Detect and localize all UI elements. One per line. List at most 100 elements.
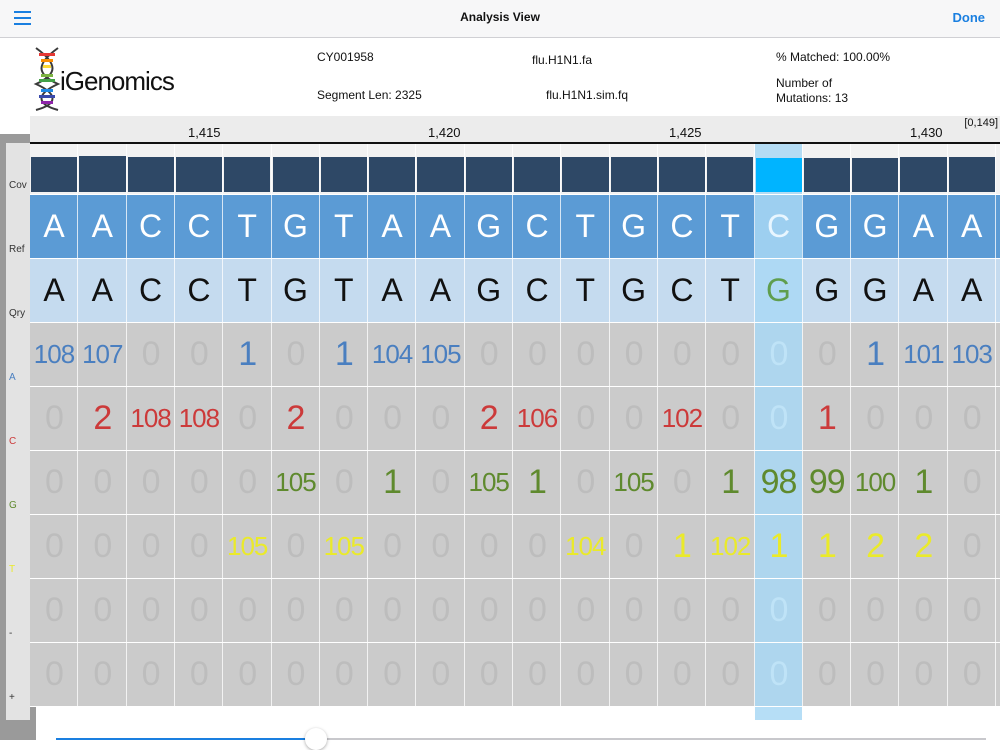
count-cell-A[interactable]: 0 <box>755 322 803 386</box>
count-cell-A[interactable]: 107 <box>78 322 126 386</box>
count-cell-A[interactable]: 0 <box>127 322 175 386</box>
ref-base-cell[interactable]: C <box>175 194 223 258</box>
count-cell-C[interactable]: 0 <box>948 386 996 450</box>
qry-base-cell[interactable]: A <box>78 258 126 322</box>
qry-base-cell[interactable]: G <box>610 258 658 322</box>
count-cell-T[interactable]: 1 <box>755 514 803 578</box>
qry-base-cell[interactable]: G <box>803 258 851 322</box>
qry-base-cell[interactable]: G <box>465 258 513 322</box>
count-cell-del[interactable]: 0 <box>30 578 78 642</box>
count-cell-ins[interactable]: 0 <box>127 642 175 706</box>
count-cell-T[interactable]: 1 <box>803 514 851 578</box>
count-cell-ins[interactable]: 0 <box>851 642 899 706</box>
qry-base-cell[interactable]: T <box>223 258 271 322</box>
count-cell-ins[interactable]: 0 <box>465 642 513 706</box>
count-cell-del[interactable]: 0 <box>561 578 609 642</box>
ref-base-cell[interactable]: T <box>561 194 609 258</box>
ref-base-cell[interactable]: T <box>320 194 368 258</box>
count-cell-G[interactable]: 1 <box>899 450 947 514</box>
count-cell-ins[interactable]: 0 <box>78 642 126 706</box>
count-cell-del[interactable]: 0 <box>272 578 320 642</box>
count-cell-A[interactable]: 105 <box>416 322 464 386</box>
qry-base-cell[interactable]: T <box>320 258 368 322</box>
ref-base-cell[interactable]: A <box>368 194 416 258</box>
count-cell-T[interactable]: 0 <box>30 514 78 578</box>
count-cell-del[interactable]: 0 <box>320 578 368 642</box>
count-cell-T[interactable]: 0 <box>78 514 126 578</box>
count-cell-A[interactable]: 0 <box>513 322 561 386</box>
count-cell-C[interactable]: 0 <box>561 386 609 450</box>
count-cell-G[interactable]: 0 <box>416 450 464 514</box>
qry-base-cell[interactable]: G <box>272 258 320 322</box>
count-cell-C[interactable]: 0 <box>416 386 464 450</box>
count-cell-ins[interactable]: 0 <box>513 642 561 706</box>
qry-base-cell[interactable]: C <box>513 258 561 322</box>
count-cell-T[interactable]: 104 <box>561 514 609 578</box>
count-cell-del[interactable]: 0 <box>513 578 561 642</box>
count-cell-ins[interactable]: 0 <box>948 642 996 706</box>
count-cell-G[interactable]: 1 <box>706 450 754 514</box>
count-cell-ins[interactable]: 0 <box>561 642 609 706</box>
count-cell-del[interactable]: 0 <box>127 578 175 642</box>
qry-base-cell[interactable]: C <box>658 258 706 322</box>
count-cell-A[interactable]: 108 <box>30 322 78 386</box>
count-cell-C[interactable]: 0 <box>851 386 899 450</box>
count-cell-del[interactable]: 0 <box>851 578 899 642</box>
qry-base-cell[interactable]: G <box>851 258 899 322</box>
ref-base-cell[interactable]: G <box>851 194 899 258</box>
count-cell-C[interactable]: 2 <box>465 386 513 450</box>
ref-base-cell[interactable]: A <box>948 194 996 258</box>
count-cell-T[interactable]: 0 <box>368 514 416 578</box>
qry-base-cell[interactable]: C <box>175 258 223 322</box>
count-cell-T[interactable]: 0 <box>948 514 996 578</box>
count-cell-ins[interactable]: 0 <box>658 642 706 706</box>
qry-base-cell[interactable]: A <box>948 258 996 322</box>
count-cell-G[interactable]: 105 <box>465 450 513 514</box>
count-cell-C[interactable]: 2 <box>78 386 126 450</box>
count-cell-G[interactable]: 1 <box>368 450 416 514</box>
count-cell-T[interactable]: 0 <box>175 514 223 578</box>
count-cell-C[interactable]: 102 <box>658 386 706 450</box>
count-cell-ins[interactable]: 0 <box>899 642 947 706</box>
count-cell-ins[interactable]: 0 <box>368 642 416 706</box>
count-cell-T[interactable]: 105 <box>320 514 368 578</box>
count-cell-G[interactable]: 0 <box>175 450 223 514</box>
ref-base-cell[interactable]: C <box>755 194 803 258</box>
count-cell-A[interactable]: 0 <box>561 322 609 386</box>
count-cell-G[interactable]: 0 <box>658 450 706 514</box>
count-cell-T[interactable]: 105 <box>223 514 271 578</box>
count-cell-A[interactable]: 1 <box>851 322 899 386</box>
ref-base-cell[interactable]: T <box>223 194 271 258</box>
ref-base-cell[interactable]: C <box>513 194 561 258</box>
ref-base-cell[interactable]: T <box>706 194 754 258</box>
count-cell-G[interactable]: 0 <box>223 450 271 514</box>
count-cell-del[interactable]: 0 <box>175 578 223 642</box>
ref-base-cell[interactable]: C <box>658 194 706 258</box>
count-cell-ins[interactable]: 0 <box>416 642 464 706</box>
count-cell-del[interactable]: 0 <box>223 578 271 642</box>
count-cell-T[interactable]: 0 <box>416 514 464 578</box>
count-cell-C[interactable]: 0 <box>30 386 78 450</box>
count-cell-ins[interactable]: 0 <box>803 642 851 706</box>
count-cell-ins[interactable]: 0 <box>175 642 223 706</box>
count-cell-T[interactable]: 0 <box>272 514 320 578</box>
count-cell-del[interactable]: 0 <box>803 578 851 642</box>
count-cell-A[interactable]: 1 <box>223 322 271 386</box>
count-cell-C[interactable]: 0 <box>320 386 368 450</box>
count-cell-A[interactable]: 0 <box>803 322 851 386</box>
count-cell-A[interactable]: 0 <box>706 322 754 386</box>
count-cell-A[interactable]: 103 <box>948 322 996 386</box>
count-cell-G[interactable]: 100 <box>851 450 899 514</box>
count-cell-A[interactable]: 0 <box>175 322 223 386</box>
count-cell-C[interactable]: 1 <box>803 386 851 450</box>
count-cell-G[interactable]: 105 <box>610 450 658 514</box>
count-cell-G[interactable]: 98 <box>755 450 803 514</box>
count-cell-del[interactable]: 0 <box>368 578 416 642</box>
position-ruler[interactable]: 1,415 1,420 1,425 1,430 [0,149] <box>30 116 1000 144</box>
count-cell-C[interactable]: 108 <box>175 386 223 450</box>
ref-base-cell[interactable]: G <box>465 194 513 258</box>
count-cell-del[interactable]: 0 <box>706 578 754 642</box>
count-cell-G[interactable]: 0 <box>127 450 175 514</box>
count-cell-A[interactable]: 101 <box>899 322 947 386</box>
count-cell-T[interactable]: 0 <box>610 514 658 578</box>
